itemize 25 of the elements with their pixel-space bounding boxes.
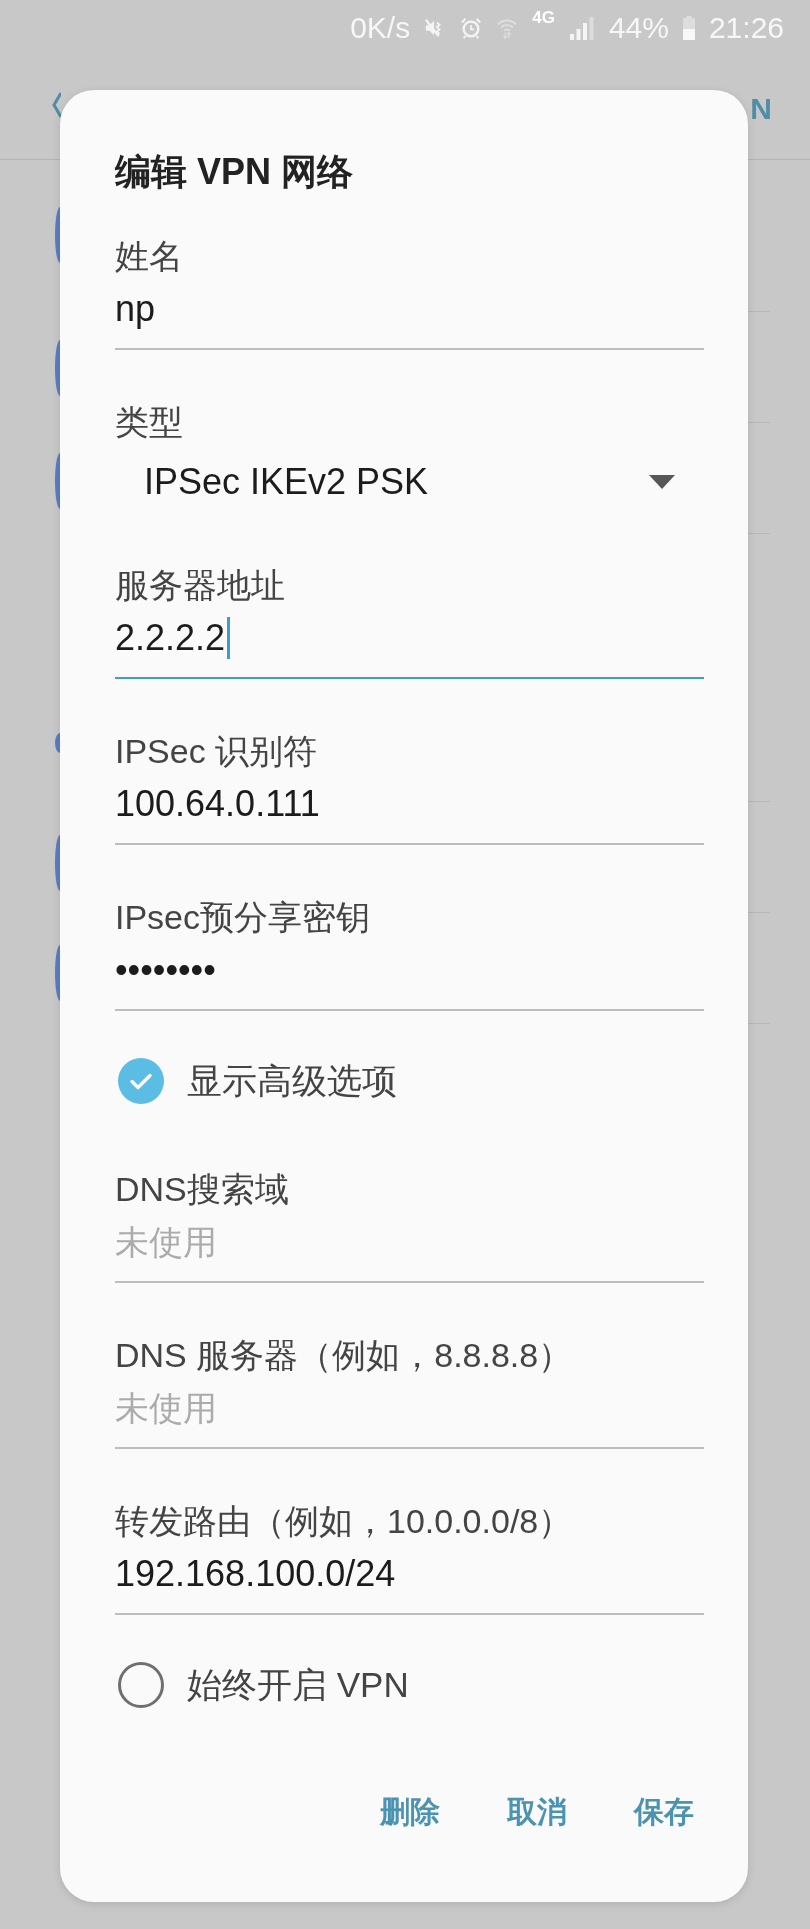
field-label: 类型 bbox=[115, 402, 184, 443]
input-field[interactable]: np bbox=[115, 279, 704, 350]
back-icon[interactable] bbox=[52, 91, 61, 119]
checkbox[interactable] bbox=[118, 1662, 164, 1708]
checkbox[interactable] bbox=[118, 1058, 164, 1104]
input-field[interactable]: 192.168.100.0/24 bbox=[115, 1544, 704, 1615]
field-label: DNS搜索域 bbox=[115, 1169, 290, 1210]
signal-icon bbox=[568, 15, 595, 40]
input-field[interactable]: •••••••• bbox=[115, 940, 704, 1011]
dropdown[interactable]: IPSec IKEv2 PSK bbox=[115, 451, 704, 513]
field-label: IPSec 识别符 bbox=[115, 731, 319, 772]
battery-icon bbox=[682, 15, 695, 40]
field-label: IPsec预分享密钥 bbox=[115, 897, 372, 938]
field-label: 服务器地址 bbox=[115, 565, 286, 606]
field-label: 转发路由（例如，10.0.0.0/8） bbox=[115, 1501, 574, 1542]
checkbox-label[interactable]: 显示高级选项 bbox=[187, 1058, 397, 1104]
field-label: DNS 服务器（例如，8.8.8.8） bbox=[115, 1335, 574, 1376]
caret-icon bbox=[649, 475, 675, 489]
input-field[interactable]: 2.2.2.2 bbox=[115, 608, 704, 679]
text-cursor-icon bbox=[227, 617, 231, 659]
input-field[interactable]: 100.64.0.111 bbox=[115, 774, 704, 845]
alarm-icon bbox=[460, 15, 483, 40]
dialog-title: 编辑 VPN 网络 bbox=[115, 150, 355, 194]
field-label: 姓名 bbox=[115, 236, 184, 277]
checkbox-label[interactable]: 始终开启 VPN bbox=[187, 1662, 409, 1708]
